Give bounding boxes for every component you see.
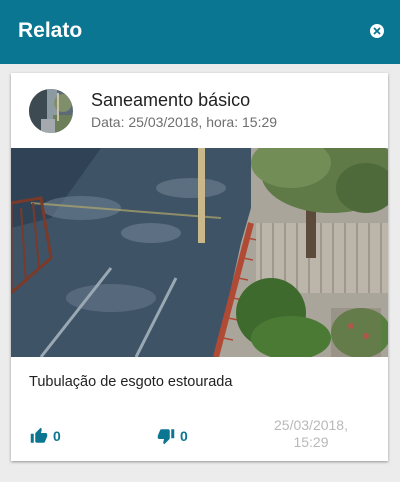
timestamp-date: 25/03/2018, (274, 417, 348, 433)
report-date: Data: 25/03/2018, hora: 15:29 (91, 114, 278, 130)
close-button[interactable] (370, 24, 384, 38)
dislike-count: 0 (180, 428, 188, 444)
report-card: Saneamento básico Data: 25/03/2018, hora… (11, 73, 388, 461)
close-icon (373, 27, 381, 35)
report-timestamp: 25/03/2018, 15:29 (256, 417, 366, 451)
like-button[interactable]: 0 (30, 425, 61, 447)
like-count: 0 (53, 428, 61, 444)
dislike-button[interactable]: 0 (157, 425, 188, 447)
thumb-up-icon (30, 427, 48, 443)
report-photo (11, 148, 388, 357)
report-description: Tubulação de esgoto estourada (29, 374, 233, 390)
timestamp-time: 15:29 (293, 434, 329, 450)
thumb-down-icon (157, 429, 175, 445)
page-title: Relato (18, 19, 83, 42)
app-bar: Relato (0, 0, 400, 64)
report-title: Saneamento básico (91, 90, 251, 110)
avatar (29, 89, 73, 133)
